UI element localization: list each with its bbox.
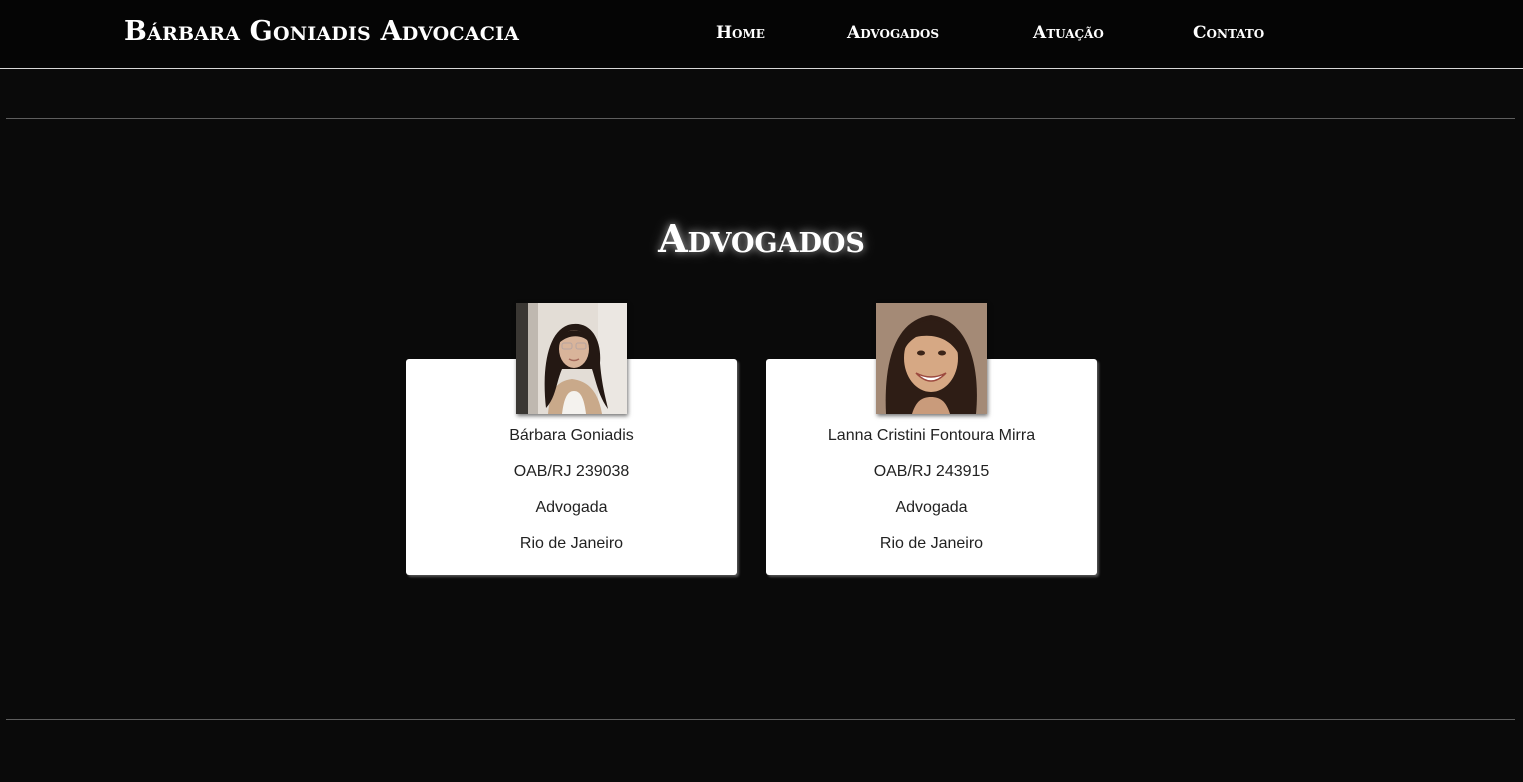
nav-link-atuacao[interactable]: Atuação — [1033, 23, 1104, 43]
lawyer-photo — [876, 303, 987, 414]
lawyer-oab: OAB/RJ 243915 — [873, 463, 990, 480]
nav-link-contato[interactable]: Contato — [1193, 23, 1264, 43]
nav-link-home[interactable]: Home — [716, 23, 765, 43]
site-header: Bárbara Goniadis Advocacia Home Advogado… — [0, 0, 1523, 69]
lawyer-name: Lanna Cristini Fontoura Mirra — [827, 427, 1036, 444]
lawyer-name: Bárbara Goniadis — [509, 427, 634, 444]
lawyer-city: Rio de Janeiro — [879, 535, 984, 552]
section-divider-bottom — [6, 719, 1515, 720]
lawyer-role: Advogada — [895, 499, 968, 516]
lawyer-photo-image — [516, 303, 627, 414]
lawyer-city: Rio de Janeiro — [519, 535, 624, 552]
lawyer-oab: OAB/RJ 239038 — [513, 463, 630, 480]
lawyer-photo-image — [876, 303, 987, 414]
lawyer-role: Advogada — [535, 499, 608, 516]
main-nav: Home Advogados Atuação Contato — [0, 23, 1523, 45]
nav-link-advogados[interactable]: Advogados — [847, 23, 939, 43]
lawyer-photo — [516, 303, 627, 414]
section-divider-top — [6, 118, 1515, 119]
section-title: Advogados — [658, 216, 865, 261]
